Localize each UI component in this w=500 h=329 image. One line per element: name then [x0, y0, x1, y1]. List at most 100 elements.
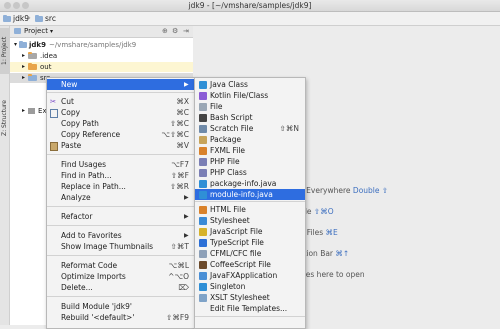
- paste-icon: [50, 142, 58, 151]
- submenu-item-cfml-cfc-file[interactable]: CFML/CFC file: [195, 248, 305, 259]
- menu-item-find-in-path[interactable]: Find in Path... ⇧⌘F: [47, 170, 195, 181]
- project-tool-tab[interactable]: 1: Project: [0, 28, 9, 74]
- context-menu: New ▶ ✂ Cut ⌘X Copy ⌘C Copy Path ⇧⌘C Cop…: [46, 77, 196, 329]
- breadcrumb-label: jdk9: [13, 14, 29, 23]
- menu-item-delete[interactable]: Delete... ⌦: [47, 282, 195, 293]
- expand-arrow-icon[interactable]: ▸: [22, 106, 25, 116]
- menu-item-replace-in-path[interactable]: Replace in Path... ⇧⌘R: [47, 181, 195, 192]
- breadcrumb-jdk9[interactable]: jdk9: [3, 13, 29, 24]
- submenu-item-label: JavaScript File: [210, 227, 263, 236]
- submenu-item-label: TypeScript File: [210, 238, 264, 247]
- submenu-item-label: Scratch File: [210, 124, 254, 133]
- menu-item-optimize-imports[interactable]: Optimize Imports ^⌥O: [47, 271, 195, 282]
- menu-item-analyze[interactable]: Analyze ▶: [47, 192, 195, 203]
- submenu-item-label: JavaFXApplication: [210, 271, 278, 280]
- submenu-item-typescript-file[interactable]: TypeScript File: [195, 237, 305, 248]
- structure-tool-tab[interactable]: Z: Structure: [0, 94, 9, 142]
- breadcrumb-label: src: [45, 14, 56, 23]
- submenu-arrow-icon: ▶: [184, 232, 189, 239]
- menu-separator: [47, 154, 195, 155]
- submenu-item-singleton[interactable]: Singleton: [195, 281, 305, 292]
- java-class-icon: [199, 80, 207, 89]
- hide-panel-icon[interactable]: ⇥: [183, 26, 189, 37]
- expand-arrow-icon[interactable]: ▸: [22, 73, 25, 83]
- submenu-item-edit-file-templates[interactable]: Edit File Templates...: [195, 303, 305, 314]
- submenu-arrow-icon: ▶: [184, 213, 189, 220]
- folder-icon: [28, 52, 38, 59]
- submenu-item-javafxapplication[interactable]: JavaFXApplication: [195, 270, 305, 281]
- project-icon: [14, 28, 21, 34]
- submenu-item-label: FXML File: [210, 146, 246, 155]
- menu-separator: [47, 296, 195, 297]
- submenu-item-php-class[interactable]: PHP Class: [195, 167, 305, 178]
- submenu-item-stylesheet[interactable]: Stylesheet: [195, 215, 305, 226]
- settings-gear-icon[interactable]: ⚙: [172, 26, 178, 37]
- project-panel-header: Project ▾ ⊕ ⚙ ⇥: [10, 26, 193, 38]
- menu-item-copy-path[interactable]: Copy Path ⇧⌘C: [47, 118, 195, 129]
- folder-icon: [35, 14, 43, 22]
- menu-separator: [195, 316, 305, 317]
- submenu-item-label: package-info.java: [210, 179, 277, 188]
- project-view-selector[interactable]: Project: [24, 26, 48, 37]
- file-icon: [199, 102, 207, 111]
- submenu-item-kotlin-file-class[interactable]: Kotlin File/Class: [195, 90, 305, 101]
- menu-item-copy[interactable]: Copy ⌘C: [47, 107, 195, 118]
- menu-item-reformat-code[interactable]: Reformat Code ⌥⌘L: [47, 260, 195, 271]
- chevron-down-icon[interactable]: ▾: [50, 26, 53, 37]
- hint-search-everywhere: rch Everywhere Double ⇧: [292, 186, 389, 195]
- scissors-icon: ✂: [50, 97, 57, 106]
- php-class-icon: [199, 168, 207, 177]
- tree-item-out[interactable]: ▸ out: [22, 62, 51, 72]
- menu-item-paste[interactable]: Paste ⌘V: [47, 140, 195, 151]
- menu-item-rebuild[interactable]: Rebuild '<default>' ⇧⌘F9: [47, 312, 195, 323]
- submenu-item-php-file[interactable]: PHP File: [195, 156, 305, 167]
- menu-item-cut[interactable]: ✂ Cut ⌘X: [47, 96, 195, 107]
- kotlin-icon: [199, 91, 207, 100]
- tool-window-strip: 1: Project Z: Structure: [0, 26, 10, 325]
- submenu-item-module-info-java[interactable]: module-info.java: [195, 189, 305, 200]
- java-file-icon: [199, 190, 207, 199]
- sync-icon[interactable]: ⊕: [162, 26, 168, 37]
- submenu-item-package[interactable]: Package: [195, 134, 305, 145]
- menu-item-copy-reference[interactable]: Copy Reference ⌥⇧⌘C: [47, 129, 195, 140]
- window-title: jdk9 - [~/vmshare/samples/jdk9]: [188, 1, 312, 10]
- submenu-item-coffeescript-file[interactable]: CoffeeScript File: [195, 259, 305, 270]
- breadcrumb-src[interactable]: src: [35, 13, 56, 24]
- submenu-item-scratch-file[interactable]: Scratch File ⇧⌘N: [195, 123, 305, 134]
- coffeescript-icon: [199, 260, 207, 269]
- menu-item-new[interactable]: New ▶: [47, 79, 195, 90]
- submenu-item-package-info-java[interactable]: package-info.java: [195, 178, 305, 189]
- menu-separator: [47, 255, 195, 256]
- tree-item-jdk9[interactable]: ▾ jdk9 ~/vmshare/samples/jdk9: [14, 40, 136, 50]
- submenu-item-javascript-file[interactable]: JavaScript File: [195, 226, 305, 237]
- cfml-icon: [199, 249, 207, 258]
- expand-arrow-icon[interactable]: ▸: [22, 62, 25, 72]
- typescript-icon: [199, 238, 207, 247]
- submenu-item-java-class[interactable]: Java Class: [195, 79, 305, 90]
- zoom-window-button[interactable]: [22, 2, 29, 9]
- submenu-item-bash-script[interactable]: Bash Script: [195, 112, 305, 123]
- menu-item-refactor[interactable]: Refactor ▶: [47, 211, 195, 222]
- menu-separator: [47, 225, 195, 226]
- minimize-window-button[interactable]: [13, 2, 20, 9]
- menu-item-find-usages[interactable]: Find Usages ⌥F7: [47, 159, 195, 170]
- tree-item-idea[interactable]: ▸ .idea: [22, 51, 57, 61]
- menu-item-add-to-favorites[interactable]: Add to Favorites ▶: [47, 230, 195, 241]
- submenu-item-label: XSLT Stylesheet: [210, 293, 270, 302]
- source-folder-icon: [28, 74, 38, 81]
- submenu-item-label: Package: [210, 135, 242, 144]
- expand-arrow-icon[interactable]: ▾: [14, 40, 17, 50]
- expand-arrow-icon[interactable]: ▸: [22, 51, 25, 61]
- close-window-button[interactable]: [4, 2, 11, 9]
- menu-item-show-image-thumbnails[interactable]: Show Image Thumbnails ⇧⌘T: [47, 241, 195, 252]
- menu-item-build-module[interactable]: Build Module 'jdk9': [47, 301, 195, 312]
- submenu-item-file[interactable]: File: [195, 101, 305, 112]
- bash-icon: [199, 113, 207, 122]
- submenu-item-label: File: [210, 102, 223, 111]
- submenu-item-label: Java Class: [210, 80, 248, 89]
- new-submenu: Java Class Kotlin File/Class File Bash Scri…: [194, 77, 306, 329]
- submenu-item-xslt-stylesheet[interactable]: XSLT Stylesheet: [195, 292, 305, 303]
- submenu-item-html-file[interactable]: HTML File: [195, 204, 305, 215]
- menu-separator: [47, 206, 195, 207]
- submenu-item-fxml-file[interactable]: FXML File: [195, 145, 305, 156]
